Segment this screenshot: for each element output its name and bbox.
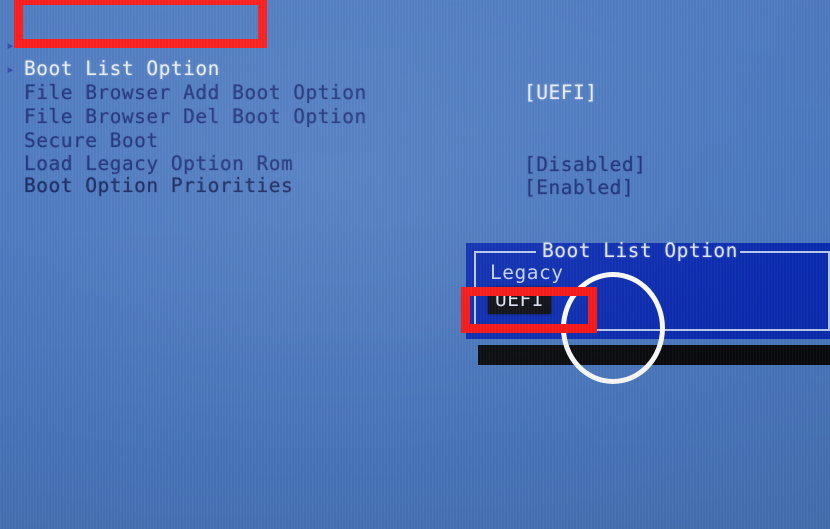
annotation-highlight-box-boot-list-option (14, 0, 267, 48)
submenu-arrow-icon: ▸ (6, 60, 16, 78)
popup-title: Boot List Option (542, 239, 738, 262)
menu-row-secure-boot[interactable]: Secure Boot [Disabled] (0, 81, 830, 176)
section-heading-label: Boot Option Priorities (24, 174, 294, 197)
menu-row-load-legacy-option-rom[interactable]: Load Legacy Option Rom [Enabled] (0, 104, 830, 199)
menu-value-load-legacy-option-rom[interactable]: [Enabled] (524, 176, 634, 200)
bios-setup-screen: Boot List Option [UEFI] ▸ File Browser A… (0, 0, 830, 529)
popup-option-legacy[interactable]: Legacy (490, 261, 563, 285)
menu-row-file-browser-del-boot-option[interactable]: ▸ File Browser Del Boot Option (0, 57, 830, 128)
annotation-highlight-box-uefi (461, 287, 597, 333)
section-heading-boot-option-priorities: Boot Option Priorities (0, 150, 830, 197)
